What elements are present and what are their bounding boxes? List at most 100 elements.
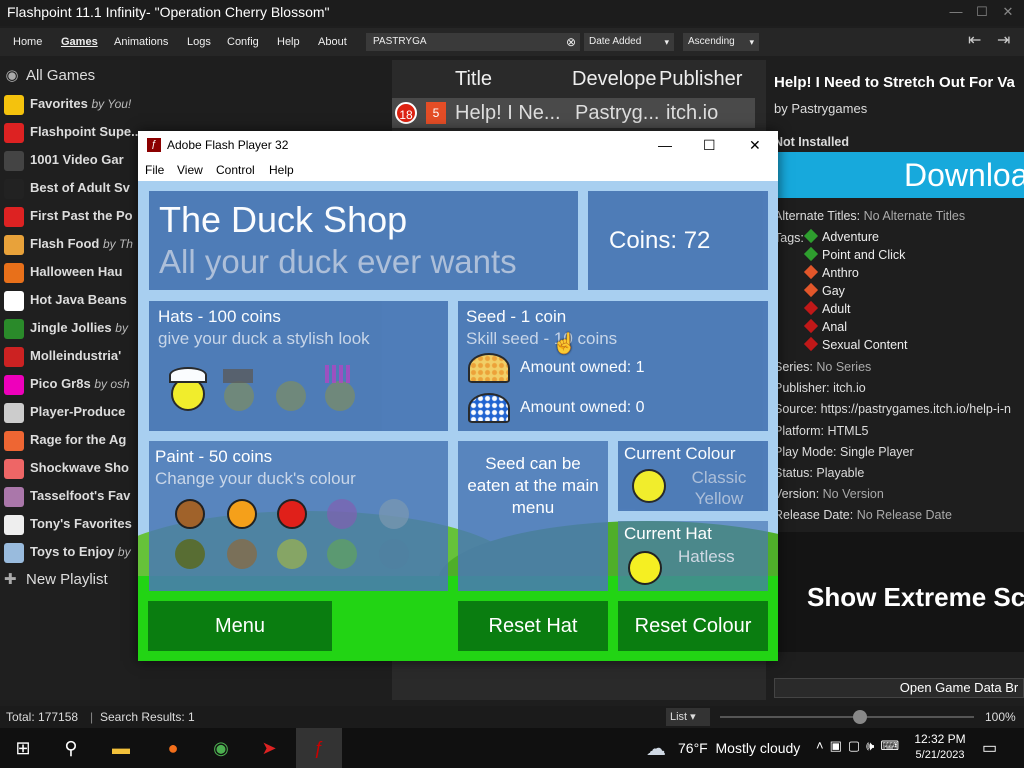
seed-panel[interactable]: Seed - 1 coin Skill seed - 10 coins Amou… [458,301,768,431]
close-button[interactable]: ✕ [996,0,1020,24]
sidebar-playlist-item[interactable]: Favorites by You! [4,92,144,116]
sidebar-playlist-item[interactable]: Toys to Enjoy by [4,540,144,564]
menu-animations[interactable]: Animations [114,28,168,56]
reset-colour-button[interactable]: Reset Colour [618,601,768,651]
open-game-data-button[interactable]: Open Game Data Br [774,678,1024,698]
search-input[interactable]: PASTRYGA ⊗ [366,33,580,51]
sidebar-playlist-item[interactable]: Jingle Jollies by [4,316,144,340]
notifications-icon[interactable]: ▭ [982,738,997,758]
menu-help[interactable]: Help [277,28,300,56]
flash-player-taskbar-icon[interactable]: ƒ [296,728,342,768]
windows-start-icon[interactable]: ⊞ [0,728,46,768]
sidebar-playlist-item[interactable]: Tasselfoot's Fav [4,484,144,508]
sidebar-new-playlist[interactable]: ✚ New Playlist [4,568,144,592]
flash-close-button[interactable]: ✕ [749,131,761,159]
paint-duck-red[interactable] [277,499,307,529]
search-icon[interactable]: ⚲ [48,728,94,768]
game-row[interactable]: 18 5 Help! I Ne... Pastryg... itch.io [392,98,755,128]
clear-search-icon[interactable]: ⊗ [566,33,576,51]
paint-panel[interactable]: Paint - 50 coins Change your duck's colo… [149,441,448,591]
sort-field-select[interactable]: Date Added ▾ [584,33,674,51]
flashpoint-icon[interactable]: ➤ [246,728,292,768]
flash-menu-file[interactable]: File [145,159,164,181]
paint-duck-green[interactable] [327,539,357,569]
tag-icon [803,300,819,316]
duck-feather-hat[interactable] [276,381,306,411]
sort-order-select[interactable]: Ascending ▾ [683,33,759,51]
column-publisher[interactable]: Publisher [659,68,745,91]
maximize-button[interactable]: ☐ [970,0,994,24]
sidebar-playlist-item[interactable]: Hot Java Beans [4,288,144,312]
zoom-slider[interactable] [720,716,974,718]
tag-item[interactable]: Gay [803,282,845,298]
zoom-slider-thumb[interactable] [852,710,867,724]
sidebar-playlist-item[interactable]: Best of Adult Sv [4,176,144,200]
sidebar-playlist-item[interactable]: 1001 Video Gar [4,148,144,172]
tag-item[interactable]: Sexual Content [803,336,907,352]
menu-about[interactable]: About [318,28,347,56]
hats-panel[interactable]: Hats - 100 coins give your duck a stylis… [149,301,448,431]
sidebar-playlist-item[interactable]: Flash Food by Th [4,232,144,256]
duck-mohawk-hat[interactable] [325,381,355,411]
menu-logs[interactable]: Logs [187,28,211,56]
paint-duck-lime[interactable] [277,539,307,569]
seed-bag-icon[interactable] [468,353,510,383]
tag-item[interactable]: Point and Click [803,246,905,262]
sidebar-playlist-item[interactable]: Molleindustria' [4,344,144,368]
playlist-icon [4,346,24,367]
collapse-right-icon[interactable]: ⇥ [997,30,1010,50]
minimize-button[interactable]: — [944,0,968,24]
sidebar-playlist-item[interactable]: First Past the Po [4,204,144,228]
flash-menu-view[interactable]: View [177,159,203,181]
paint-duck-grey[interactable] [379,499,409,529]
weather-text[interactable]: 76°F Mostly cloudy [678,740,800,756]
paint-duck-olive[interactable] [175,539,205,569]
column-title[interactable]: Title [455,68,492,91]
menu-config[interactable]: Config [227,28,259,56]
skill-seed-bag-icon[interactable] [468,393,510,423]
sidebar-playlist-item[interactable]: Player-Produce [4,400,144,424]
menu-games[interactable]: Games [61,28,98,56]
download-button[interactable]: Downloa [778,152,1024,198]
current-hat-panel: Current Hat Hatless [618,521,768,591]
clock[interactable]: 12:32 PM 5/21/2023 [912,732,968,761]
hand-cursor-icon: ☝ [552,333,577,355]
sidebar-playlist-item[interactable]: Rage for the Ag [4,428,144,452]
seed-note: Seed can be eaten at the main menu [467,454,599,517]
file-explorer-icon[interactable]: ▬ [98,728,144,768]
flash-minimize-button[interactable]: — [658,131,672,159]
paint-duck-tan[interactable] [227,539,257,569]
paint-duck-orange[interactable] [227,499,257,529]
paint-duck-brown[interactable] [175,499,205,529]
source-value[interactable]: https://pastrygames.itch.io/help-i-n [821,402,1011,416]
duck-fedora-hat[interactable] [224,381,254,411]
chrome-icon[interactable]: ◉ [198,728,244,768]
view-mode-select[interactable]: List ▾ [666,708,710,726]
flash-menu-help[interactable]: Help [269,159,294,181]
firefox-icon[interactable]: ● [150,728,196,768]
playlist-label: Hot Java Beans [30,292,127,307]
show-extreme-label[interactable]: Show Extreme Sc [807,582,1024,613]
flash-game-stage[interactable]: The Duck Shop All your duck ever wants C… [138,181,778,661]
flash-maximize-button[interactable]: ☐ [703,131,716,159]
sidebar-playlist-item[interactable]: Pico Gr8s by osh [4,372,144,396]
reset-hat-button[interactable]: Reset Hat [458,601,608,651]
column-developer[interactable]: Develope [572,68,658,91]
menu-button[interactable]: Menu [148,601,332,651]
tag-item[interactable]: Adult [803,300,851,316]
tag-item[interactable]: Anthro [803,264,859,280]
system-tray-icons[interactable]: ˄▣▢🕪⌨ [816,738,905,754]
paint-duck-blue[interactable] [379,539,409,569]
tag-item[interactable]: Anal [803,318,847,334]
tag-item[interactable]: Adventure [803,228,879,244]
sidebar-playlist-item[interactable]: Flashpoint Supe... [4,120,144,144]
sidebar-playlist-item[interactable]: Halloween Hau [4,260,144,284]
paint-duck-purple[interactable] [327,499,357,529]
collapse-left-icon[interactable]: ⇤ [968,30,981,50]
sidebar-all-games[interactable]: ◉ All Games [4,64,144,88]
flash-menu-control[interactable]: Control [216,159,255,181]
sidebar-playlist-item[interactable]: Shockwave Sho [4,456,144,480]
publisher-value[interactable]: itch.io [833,381,866,395]
sidebar-playlist-item[interactable]: Tony's Favorites [4,512,144,536]
menu-home[interactable]: Home [13,28,42,56]
